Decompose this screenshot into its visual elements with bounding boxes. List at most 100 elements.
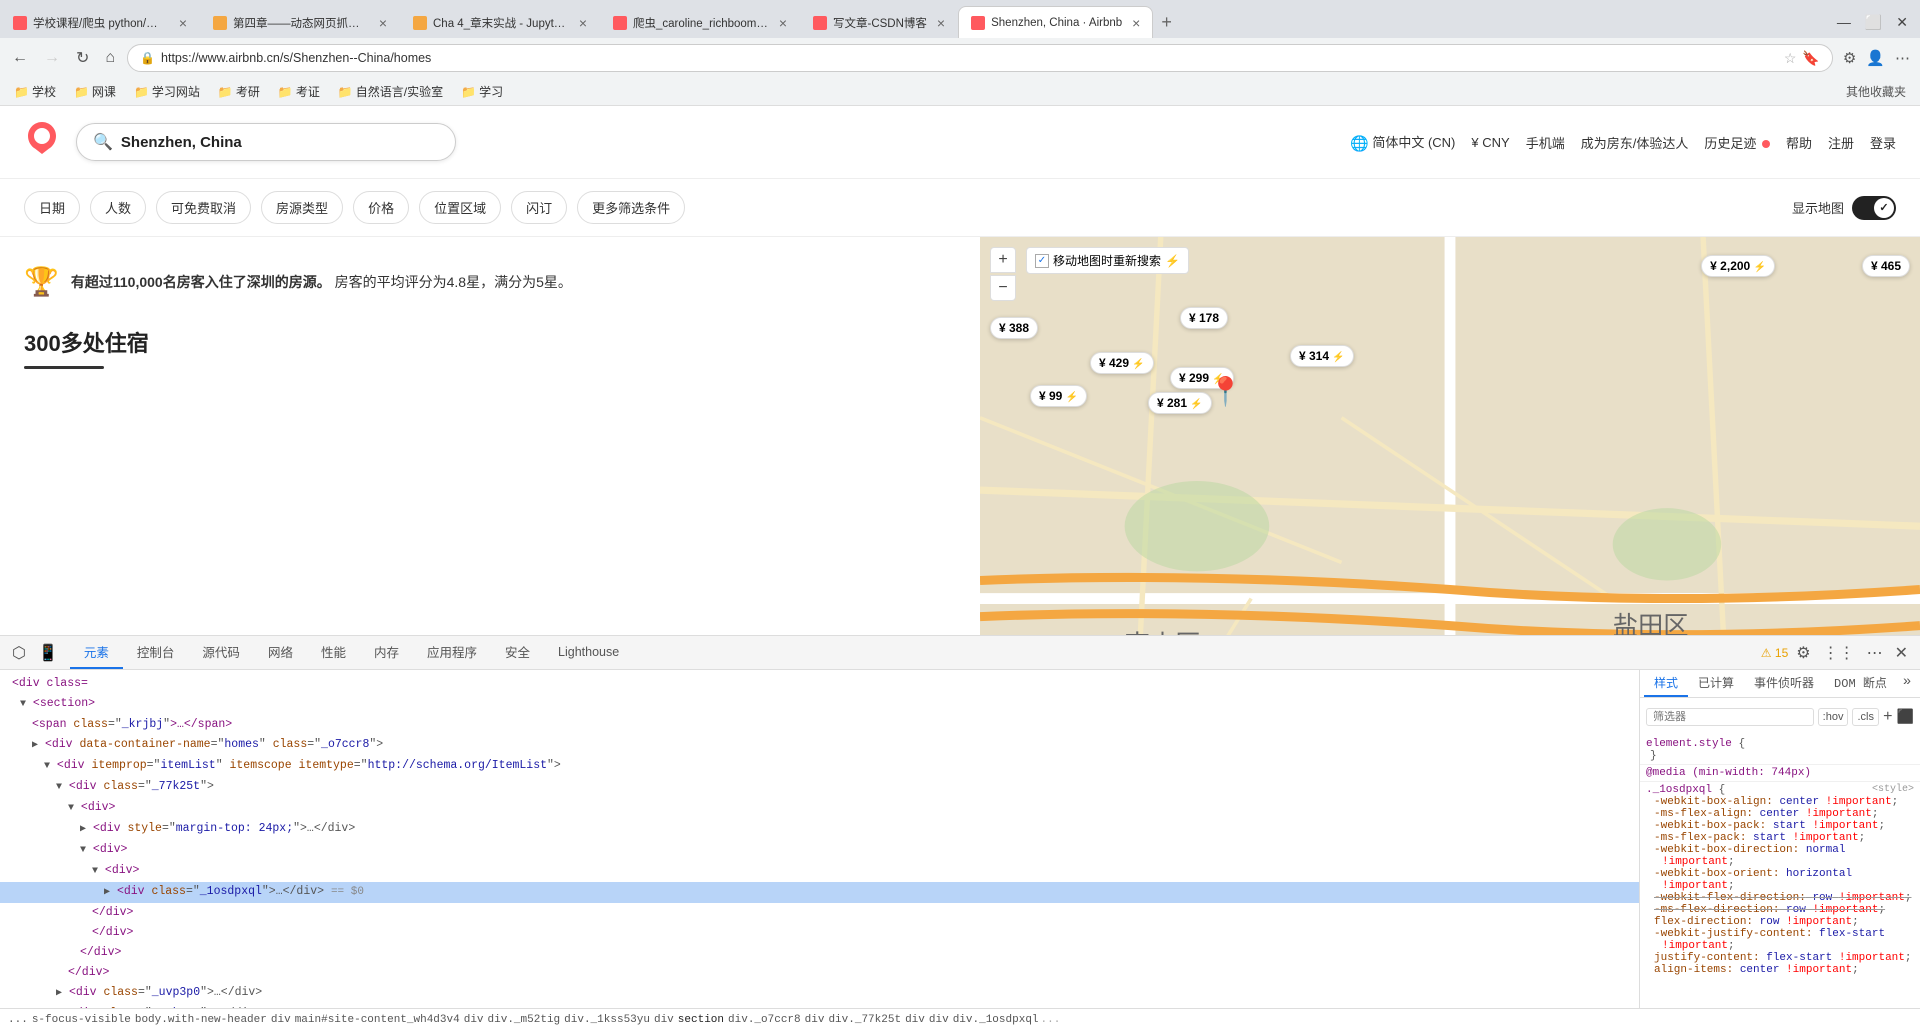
filter-price[interactable]: 价格 (353, 191, 409, 224)
filter-guests[interactable]: 人数 (90, 191, 146, 224)
dom-line-uvp1[interactable]: <div class="_uvp3p0">…</div> (0, 983, 1639, 1004)
address-bar[interactable]: 🔒 https://www.airbnb.cn/s/Shenzhen--Chin… (127, 44, 1833, 72)
filter-pseudo-button[interactable]: :hov (1818, 708, 1849, 726)
dom-line-4[interactable]: <div data-container-name="homes" class="… (0, 735, 1639, 756)
price-99[interactable]: ¥ 99 ⚡ (1030, 385, 1087, 407)
styles-tab-events[interactable]: 事件侦听器 (1744, 670, 1824, 697)
tab-close-6[interactable]: × (1132, 16, 1140, 30)
currency-selector[interactable]: ¥ CNY (1471, 135, 1509, 150)
zoom-out-button[interactable]: − (990, 275, 1016, 301)
devtools-tab-elements[interactable]: 元素 (70, 636, 123, 669)
bookmark-icon[interactable]: 🔖 (1802, 50, 1819, 67)
devtools-tab-memory[interactable]: 内存 (360, 636, 413, 669)
bc-s-focus[interactable]: s-focus-visible (32, 1014, 131, 1026)
dom-line-c1[interactable]: </div> (0, 903, 1639, 923)
bc-body[interactable]: body.with-new-header (135, 1014, 267, 1026)
mobile-link[interactable]: 手机端 (1526, 133, 1565, 152)
register-link[interactable]: 注册 (1828, 133, 1854, 152)
new-tab-button[interactable]: + (1153, 12, 1180, 33)
home-button[interactable]: ⌂ (101, 45, 119, 71)
dom-line-6[interactable]: <div class="_77k25t"> (0, 777, 1639, 798)
bc-div-m52[interactable]: div._m52tig (488, 1014, 561, 1026)
menu-button[interactable]: ⋯ (1893, 47, 1912, 69)
dom-line-3[interactable]: <span class="_krjbj">…</span> (0, 715, 1639, 735)
dom-line-5[interactable]: <div itemprop="itemList" itemscope itemt… (0, 756, 1639, 777)
bookmark-xue-xiao[interactable]: 📁 学校 (8, 81, 62, 102)
filter-input[interactable] (1646, 708, 1814, 726)
styles-tab-dom-breakpoints[interactable]: DOM 断点 (1824, 670, 1897, 697)
devtools-tab-performance[interactable]: 性能 (307, 636, 360, 669)
bc-div3[interactable]: div (654, 1014, 674, 1026)
filter-free-cancel[interactable]: 可免费取消 (156, 191, 251, 224)
refresh-button[interactable]: ↻ (72, 44, 93, 72)
bookmark-graduate[interactable]: 📁 考研 (212, 81, 266, 102)
bc-div5[interactable]: div (905, 1014, 925, 1026)
bookmark-nlp[interactable]: 📁 自然语言/实验室 (332, 81, 449, 102)
bc-div-77k25t[interactable]: div._77k25t (828, 1014, 901, 1026)
dom-line-c2[interactable]: </div> (0, 923, 1639, 943)
devtools-tab-console[interactable]: 控制台 (123, 636, 189, 669)
devtools-tab-security[interactable]: 安全 (491, 636, 544, 669)
bookmark-more[interactable]: 其他收藏夹 (1840, 81, 1912, 102)
dom-line-2[interactable]: <section> (0, 694, 1639, 715)
devtools-close-button[interactable]: ✕ (1891, 641, 1912, 665)
zoom-in-button[interactable]: + (990, 247, 1016, 273)
styles-tab-more[interactable]: » (1901, 670, 1913, 697)
tab-3[interactable]: Cha 4_章末实战 - Jupyter N... × (400, 6, 600, 38)
devtools-tab-application[interactable]: 应用程序 (413, 636, 491, 669)
forward-button[interactable]: → (40, 45, 64, 71)
tab-5[interactable]: 写文章-CSDN博客 × (800, 6, 958, 38)
dom-line-c3[interactable]: </div> (0, 943, 1639, 963)
lang-selector[interactable]: 🌐 简体中文 (CN) (1350, 132, 1455, 153)
profile-button[interactable]: 👤 (1864, 47, 1887, 69)
bc-ellipsis[interactable]: ... (8, 1014, 28, 1026)
devtools-tab-lighthouse[interactable]: Lighthouse (544, 639, 633, 667)
inspect-element-button[interactable]: ⬡ (8, 641, 30, 665)
search-box[interactable]: 🔍 Shenzhen, China (76, 123, 456, 161)
devtools-settings-button[interactable]: ⚙ (1792, 641, 1814, 665)
tab-close-1[interactable]: × (179, 16, 187, 30)
price-2200[interactable]: ¥ 2,200 ⚡ (1701, 255, 1775, 277)
tab-4[interactable]: 爬虫_caroline_richboom的博... × (600, 6, 800, 38)
dom-line-7[interactable]: <div> (0, 798, 1639, 819)
extensions-button[interactable]: ⚙ (1841, 47, 1858, 69)
bc-div2[interactable]: div (464, 1014, 484, 1026)
price-314[interactable]: ¥ 314 ⚡ (1290, 345, 1354, 367)
dom-line-9[interactable]: <div> (0, 840, 1639, 861)
filter-room-type[interactable]: 房源类型 (261, 191, 343, 224)
styles-tab-computed[interactable]: 已计算 (1688, 670, 1744, 697)
minimize-button[interactable]: — (1833, 12, 1855, 33)
tab-close-2[interactable]: × (379, 16, 387, 30)
star-icon[interactable]: ☆ (1784, 50, 1797, 67)
filter-date[interactable]: 日期 (24, 191, 80, 224)
price-465[interactable]: ¥ 465 (1862, 255, 1910, 277)
filter-cls-button[interactable]: .cls (1852, 708, 1879, 726)
bookmark-exam[interactable]: 📁 考证 (272, 81, 326, 102)
dom-line-1[interactable]: <div class= (0, 674, 1639, 694)
devtools-tab-network[interactable]: 网络 (254, 636, 307, 669)
devtools-dock-button[interactable]: ⋮⋮ (1819, 641, 1859, 665)
close-window-button[interactable]: ✕ (1892, 12, 1912, 33)
bc-div4[interactable]: div (805, 1014, 825, 1026)
tab-1[interactable]: 学校课程/爬虫 python/课程/ × (0, 6, 200, 38)
login-link[interactable]: 登录 (1870, 133, 1896, 152)
devtools-more-button[interactable]: ⋯ (1863, 641, 1887, 665)
filter-instant[interactable]: 闪订 (511, 191, 567, 224)
back-button[interactable]: ← (8, 45, 32, 71)
rescan-checkbox[interactable]: ✓ 移动地图时重新搜索 ⚡ (1026, 247, 1189, 274)
dom-line-c4[interactable]: </div> (0, 963, 1639, 983)
price-281[interactable]: ¥ 281 ⚡ (1148, 392, 1212, 414)
bc-div6[interactable]: div (929, 1014, 949, 1026)
tab-2[interactable]: 第四章——动态网页抓取 - J... × (200, 6, 400, 38)
bc-section[interactable]: section (678, 1014, 724, 1026)
help-link[interactable]: 帮助 (1786, 133, 1812, 152)
filter-expand-icon[interactable]: ⬛ (1897, 709, 1914, 726)
dom-line-8[interactable]: <div style="margin-top: 24px;">…</div> (0, 819, 1639, 840)
bc-div-o7ccr8[interactable]: div._o7ccr8 (728, 1014, 801, 1026)
bookmark-study-site[interactable]: 📁 学习网站 (128, 81, 206, 102)
devtools-tab-sources[interactable]: 源代码 (188, 636, 254, 669)
host-link[interactable]: 成为房东/体验达人 (1581, 133, 1689, 152)
tab-close-4[interactable]: × (779, 16, 787, 30)
tab-close-5[interactable]: × (937, 16, 945, 30)
responsive-button[interactable]: 📱 (34, 641, 62, 665)
